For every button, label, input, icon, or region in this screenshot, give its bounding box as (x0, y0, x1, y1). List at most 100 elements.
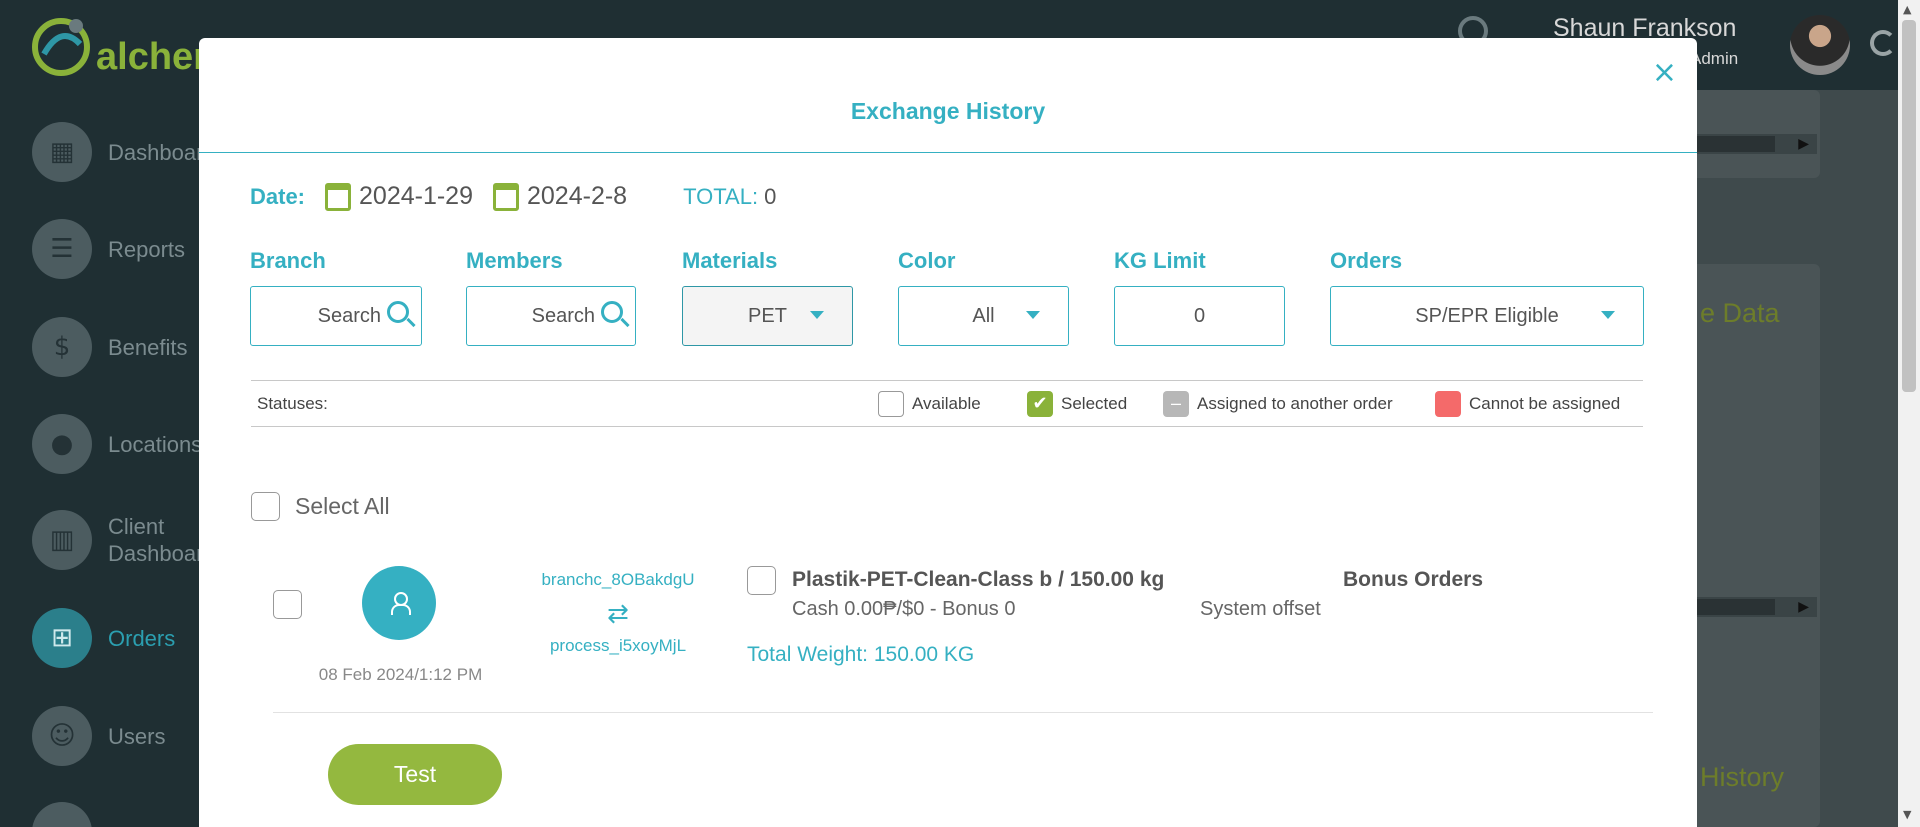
destination-branch: process_i5xoyMjL (549, 636, 687, 655)
sidebar-item-locations[interactable]: ● Locations (32, 414, 202, 474)
background-card-title: History (1700, 762, 1785, 792)
total-weight: Total Weight: 150.00 KG (747, 643, 975, 666)
sidebar: ▦ Dashboard ☰ Reports $ Benefits ● Locat… (0, 90, 216, 827)
sidebar-item-more[interactable] (32, 802, 92, 827)
item-checkbox[interactable] (747, 566, 776, 595)
select-all[interactable]: Select All (251, 492, 390, 521)
legend-label: Assigned to another order (1197, 393, 1393, 413)
bonus-orders-value: System offset (1200, 598, 1321, 620)
order-row: 08 Feb 2024/1:12 PM branchc_8OBakdgU ⇄ p… (273, 530, 1653, 713)
date-filter-row: Date: 2024-1-29 2024-2-8 TOTAL: 0 (250, 182, 776, 211)
bar-chart-icon: ▥ (32, 510, 92, 570)
logo-icon (30, 14, 92, 76)
filter-label: KG Limit (1114, 248, 1206, 273)
color-select[interactable]: All (898, 286, 1069, 346)
kg-limit-input[interactable]: 0 (1114, 286, 1285, 346)
select-all-label: Select All (295, 493, 390, 519)
scrollbar-thumb[interactable] (1902, 20, 1916, 392)
total-value: 0 (764, 183, 777, 209)
search-icon (601, 301, 623, 323)
orders-select[interactable]: SP/EPR Eligible (1330, 286, 1644, 346)
sidebar-item-users[interactable]: ☺ Users (32, 706, 165, 766)
sidebar-item-label: Benefits (108, 334, 188, 360)
select-all-checkbox[interactable] (251, 492, 280, 521)
scroll-up-icon[interactable]: ▲ (1903, 3, 1911, 16)
date-label: Date: (250, 183, 306, 209)
divider (199, 152, 1697, 153)
sidebar-item-dashboard[interactable]: ▦ Dashboard (32, 122, 216, 182)
modal-title: Exchange History (850, 98, 1046, 124)
close-icon[interactable]: × (1652, 58, 1677, 88)
date-to-field[interactable]: 2024-2-8 (527, 182, 627, 211)
total-label: TOTAL: (683, 183, 759, 209)
sidebar-item-label: Reports (108, 236, 186, 262)
input-value: 0 (1193, 304, 1206, 327)
filter-label: Members (466, 248, 563, 273)
sidebar-item-label: Locations (108, 431, 203, 457)
background-card-title: e Data (1700, 298, 1780, 328)
background-scrollbar: ▶ (1695, 134, 1817, 154)
filter-label: Branch (250, 248, 326, 273)
select-value: All (972, 304, 995, 327)
branch-search-input[interactable]: Search (250, 286, 422, 346)
kg-limit-filter: KG Limit 0 (1114, 248, 1285, 346)
dollar-icon: $ (32, 317, 92, 377)
filter-label: Materials (682, 248, 778, 273)
refresh-icon[interactable] (1870, 30, 1896, 56)
user-role: Admin (1690, 49, 1739, 68)
calendar-icon[interactable] (325, 182, 352, 211)
list-icon: ☰ (32, 219, 92, 279)
legend-cannot-assign: Cannot be assigned (1435, 390, 1621, 417)
filter-label: Color (898, 248, 956, 273)
select-value: SP/EPR Eligible (1415, 304, 1559, 327)
chevron-down-icon (1601, 311, 1615, 319)
test-button[interactable]: Test (328, 744, 502, 805)
chevron-down-icon (810, 311, 824, 319)
minus-icon: – (1163, 390, 1189, 417)
sidebar-item-label: Users (108, 723, 166, 749)
source-branch: branchc_8OBakdgU (541, 570, 695, 589)
member-avatar (362, 566, 436, 640)
item-title: Plastik-PET-Clean-Class b / 150.00 kg (792, 568, 1165, 591)
checkmark-icon: ✔ (1027, 390, 1053, 417)
search-placeholder: Search (317, 304, 381, 327)
materials-filter: Materials PET (682, 248, 853, 346)
sidebar-item-reports[interactable]: ☰ Reports (32, 219, 185, 279)
date-from-field[interactable]: 2024-1-29 (359, 182, 473, 211)
legend-available: Available (878, 390, 981, 417)
calendar-icon[interactable] (493, 182, 519, 211)
add-box-icon: ⊞ (32, 608, 92, 668)
members-search-input[interactable]: Search (466, 286, 636, 346)
statuses-label: Statuses: (257, 393, 328, 413)
legend-selected: ✔ Selected (1027, 390, 1128, 417)
select-value: PET (748, 304, 787, 327)
legend-label: Selected (1061, 393, 1128, 413)
legend-label: Cannot be assigned (1469, 393, 1621, 413)
more-icon (32, 802, 92, 827)
chevron-down-icon (1026, 311, 1040, 319)
avatar[interactable] (1790, 15, 1850, 75)
orders-filter: Orders SP/EPR Eligible (1330, 248, 1644, 346)
location-pin-icon: ● (32, 414, 92, 474)
order-checkbox[interactable] (273, 590, 302, 619)
sidebar-item-benefits[interactable]: $ Benefits (32, 317, 188, 377)
user-icon (391, 592, 411, 615)
sidebar-item-client-dashboard[interactable]: ▥ Client Dashboard (32, 510, 216, 570)
legend-assigned: – Assigned to another order (1163, 390, 1393, 417)
sidebar-item-orders[interactable]: ⊞ Orders (32, 608, 175, 668)
members-filter: Members Search (466, 248, 636, 346)
color-filter: Color All (898, 248, 1069, 346)
order-date: 08 Feb 2024/1:12 PM (318, 665, 483, 684)
users-icon: ☺ (32, 706, 92, 766)
available-swatch-icon (878, 390, 904, 417)
filter-label: Orders (1330, 248, 1403, 273)
blocked-swatch-icon (1435, 390, 1461, 417)
logo-text: alcher (96, 36, 208, 78)
sidebar-item-label: Orders (108, 625, 176, 651)
materials-select[interactable]: PET (682, 286, 853, 346)
scroll-down-icon[interactable]: ▼ (1903, 808, 1911, 821)
page-scrollbar[interactable]: ▲ ▼ (1898, 0, 1920, 827)
background-scrollbar: ▶ (1695, 597, 1817, 617)
dashboard-icon: ▦ (32, 122, 92, 182)
legend-label: Available (912, 393, 981, 413)
